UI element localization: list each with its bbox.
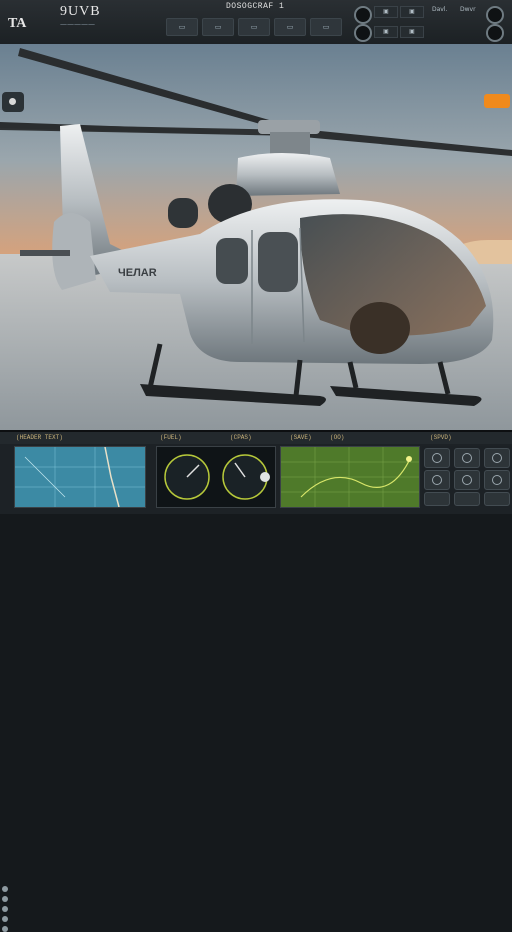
control-button-5[interactable]	[454, 470, 480, 490]
strip-label-6: (SPVD)	[430, 434, 452, 441]
strip-label-5: (OO)	[330, 434, 345, 441]
helicopter-decal: ЧEЛAR	[118, 267, 157, 279]
strip-label-4: (SAVE)	[290, 434, 312, 441]
brand-subtitle: —————	[60, 20, 95, 28]
control-button-3[interactable]	[484, 448, 510, 468]
instrument-label-strip: (HEADER TEXT) (FUEL) (CPAS) (SAVE) (OO) …	[0, 432, 512, 444]
control-button-9[interactable]	[484, 492, 510, 506]
status-title: DOSOGCRAF 1	[226, 2, 285, 11]
toolbar-mini-button-2[interactable]: ▣	[400, 6, 424, 18]
top-label-1: Davl.	[432, 6, 448, 13]
strip-label-1: (HEADER TEXT)	[16, 434, 63, 441]
toolbar-icon-row: ▭ ▭ ▭ ▭ ▭	[166, 18, 344, 38]
control-button-7[interactable]	[424, 492, 450, 506]
camera-options-button[interactable]	[2, 92, 24, 112]
control-buttons-grid	[422, 446, 510, 506]
helicopter-illustration: ЧEЛAR	[0, 48, 512, 406]
toolbar-button-1[interactable]: ▭	[166, 18, 198, 36]
toolbar-mini-button-3[interactable]: ▣	[374, 26, 398, 38]
navigation-map-display[interactable]	[14, 446, 146, 508]
control-button-6[interactable]	[484, 470, 510, 490]
nav-map-graphic	[15, 447, 145, 507]
side-indicator-lights	[2, 882, 10, 932]
top-label-2: Dwvr	[460, 6, 476, 13]
terrain-map-graphic	[281, 447, 419, 507]
control-button-1[interactable]	[424, 448, 450, 468]
flight-viewport[interactable]: ЧEЛAR AI	[0, 44, 512, 430]
toolbar-button-2[interactable]: ▭	[202, 18, 234, 36]
power-button[interactable]	[486, 6, 504, 24]
toolbar-button-4[interactable]: ▭	[274, 18, 306, 36]
record-button[interactable]	[354, 6, 372, 24]
toolbar-button-5[interactable]: ▭	[310, 18, 342, 36]
toolbar-mini-button-1[interactable]: ▣	[374, 6, 398, 18]
settings-knob[interactable]	[354, 24, 372, 42]
strip-label-2: (FUEL)	[160, 434, 182, 441]
control-button-8[interactable]	[454, 492, 480, 506]
flight-gauges-display[interactable]	[156, 446, 276, 508]
toolbar-mini-button-4[interactable]: ▣	[400, 26, 424, 38]
toolbar-button-3[interactable]: ▭	[238, 18, 270, 36]
strip-label-3: (CPAS)	[230, 434, 252, 441]
brand-title: 9UVB	[60, 4, 101, 19]
terrain-map-display[interactable]	[280, 446, 420, 508]
control-button-4[interactable]	[424, 470, 450, 490]
control-button-2[interactable]	[454, 448, 480, 468]
top-hud-bar: TA 9UVB ————— DOSOGCRAF 1 ▭ ▭ ▭ ▭ ▭ ▣ ▣ …	[0, 0, 512, 45]
gauge-cluster-graphic	[164, 454, 270, 500]
menu-knob[interactable]	[486, 24, 504, 42]
app-logo: TA	[8, 16, 27, 31]
alert-indicator[interactable]	[484, 94, 510, 108]
instrument-panel: (HEADER TEXT) (FUEL) (CPAS) (SAVE) (OO) …	[0, 430, 512, 932]
